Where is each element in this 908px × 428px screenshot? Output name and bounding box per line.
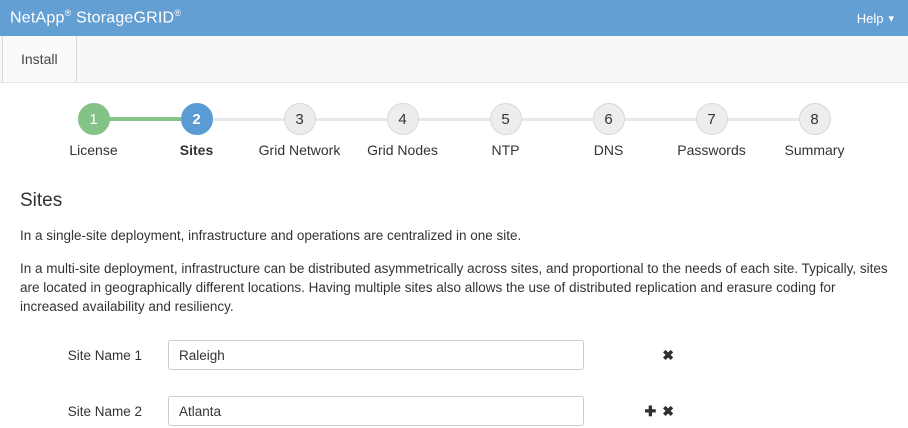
site-name-2-label: Site Name 2 xyxy=(20,404,142,419)
intro-paragraph-2: In a multi-site deployment, infrastructu… xyxy=(20,259,888,316)
step-dns[interactable]: 6 DNS xyxy=(557,103,660,158)
step-circle: 2 xyxy=(181,103,213,135)
step-circle: 7 xyxy=(696,103,728,135)
intro-paragraph-1: In a single-site deployment, infrastruct… xyxy=(20,226,888,245)
row-actions: ✖ xyxy=(616,348,674,362)
app-header: NetApp® StorageGRID® Help ▾ xyxy=(0,0,908,36)
site-row-2: Site Name 2 ✚ ✖ xyxy=(20,396,888,426)
site-name-1-input[interactable] xyxy=(168,340,584,370)
tab-bar: Install xyxy=(0,36,908,83)
brand-title: NetApp® StorageGRID® xyxy=(10,8,181,27)
step-circle: 3 xyxy=(284,103,316,135)
remove-site-icon[interactable]: ✖ xyxy=(662,348,674,362)
caret-down-icon: ▾ xyxy=(888,14,894,25)
tab-install[interactable]: Install xyxy=(2,36,77,82)
step-circle: 8 xyxy=(799,103,831,135)
step-label: Grid Nodes xyxy=(367,142,438,158)
step-circle: 4 xyxy=(387,103,419,135)
step-label: Summary xyxy=(785,142,845,158)
row-actions: ✚ ✖ xyxy=(616,404,674,418)
step-label: Grid Network xyxy=(259,142,341,158)
step-label: Passwords xyxy=(677,142,745,158)
add-site-icon[interactable]: ✚ xyxy=(645,404,657,418)
step-label: License xyxy=(69,142,117,158)
remove-site-icon[interactable]: ✖ xyxy=(662,404,674,418)
sites-form: Site Name 1 ✖ Site Name 2 ✚ ✖ xyxy=(20,340,888,426)
site-name-1-label: Site Name 1 xyxy=(20,348,142,363)
main-content: 1 License 2 Sites 3 Grid Network 4 Grid … xyxy=(0,103,908,426)
step-summary[interactable]: 8 Summary xyxy=(763,103,866,158)
site-row-1: Site Name 1 ✖ xyxy=(20,340,888,370)
wizard-stepper: 1 License 2 Sites 3 Grid Network 4 Grid … xyxy=(20,103,888,158)
site-name-2-input[interactable] xyxy=(168,396,584,426)
page-title: Sites xyxy=(20,190,888,212)
step-circle: 1 xyxy=(78,103,110,135)
step-sites[interactable]: 2 Sites xyxy=(145,103,248,158)
step-ntp[interactable]: 5 NTP xyxy=(454,103,557,158)
step-passwords[interactable]: 7 Passwords xyxy=(660,103,763,158)
step-grid-nodes[interactable]: 4 Grid Nodes xyxy=(351,103,454,158)
help-label: Help xyxy=(857,11,884,26)
step-circle: 6 xyxy=(593,103,625,135)
step-circle: 5 xyxy=(490,103,522,135)
step-label: Sites xyxy=(180,142,213,158)
step-grid-network[interactable]: 3 Grid Network xyxy=(248,103,351,158)
help-menu[interactable]: Help ▾ xyxy=(857,11,894,26)
step-label: DNS xyxy=(594,142,624,158)
step-license[interactable]: 1 License xyxy=(42,103,145,158)
step-label: NTP xyxy=(492,142,520,158)
